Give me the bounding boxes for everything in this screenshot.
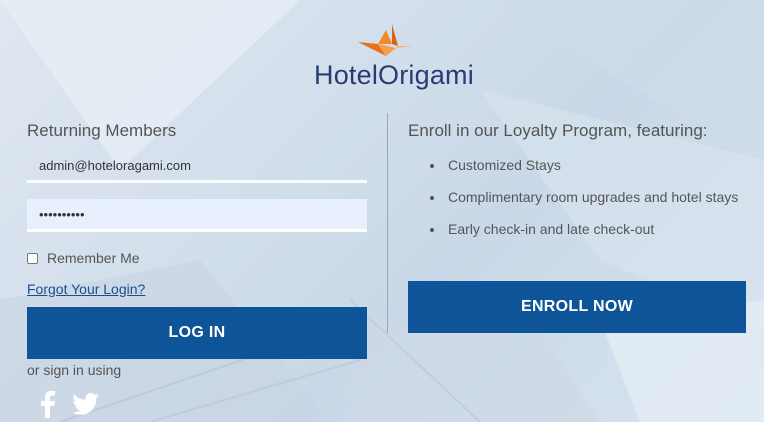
column-divider <box>387 113 388 333</box>
forgot-login-link[interactable]: Forgot Your Login? <box>27 281 145 297</box>
remember-me[interactable]: Remember Me <box>27 250 140 266</box>
returning-members-title: Returning Members <box>27 121 177 140</box>
login-button[interactable]: LOG IN <box>27 307 367 359</box>
bullet <box>430 228 434 232</box>
bullet <box>430 164 434 168</box>
benefit-text: Early check-in and late check-out <box>448 221 655 237</box>
logo-word-origami: Origami <box>378 60 474 90</box>
twitter-icon[interactable] <box>71 390 101 418</box>
list-item: Early check-in and late check-out <box>430 221 738 253</box>
social-signin-label: or sign in using <box>27 362 122 378</box>
facebook-icon[interactable] <box>33 390 63 418</box>
email-field[interactable] <box>27 150 367 183</box>
remember-me-label: Remember Me <box>47 250 140 266</box>
list-item: Complimentary room upgrades and hotel st… <box>430 189 738 221</box>
logo-wordmark: HotelOrigami <box>314 60 474 91</box>
hotel-logo: HotelOrigami <box>310 22 474 96</box>
origami-bird-icon <box>358 24 414 56</box>
bullet <box>430 196 434 200</box>
list-item: Customized Stays <box>430 157 738 189</box>
remember-me-checkbox[interactable] <box>27 252 38 264</box>
benefits-list: Customized Stays Complimentary room upgr… <box>430 157 738 253</box>
benefit-text: Customized Stays <box>448 157 561 173</box>
logo-word-hotel: Hotel <box>314 60 379 90</box>
enroll-now-button[interactable]: ENROLL NOW <box>408 281 746 333</box>
benefit-text: Complimentary room upgrades and hotel st… <box>448 189 739 205</box>
password-field[interactable] <box>27 199 367 232</box>
enroll-title: Enroll in our Loyalty Program, featuring… <box>408 121 708 140</box>
